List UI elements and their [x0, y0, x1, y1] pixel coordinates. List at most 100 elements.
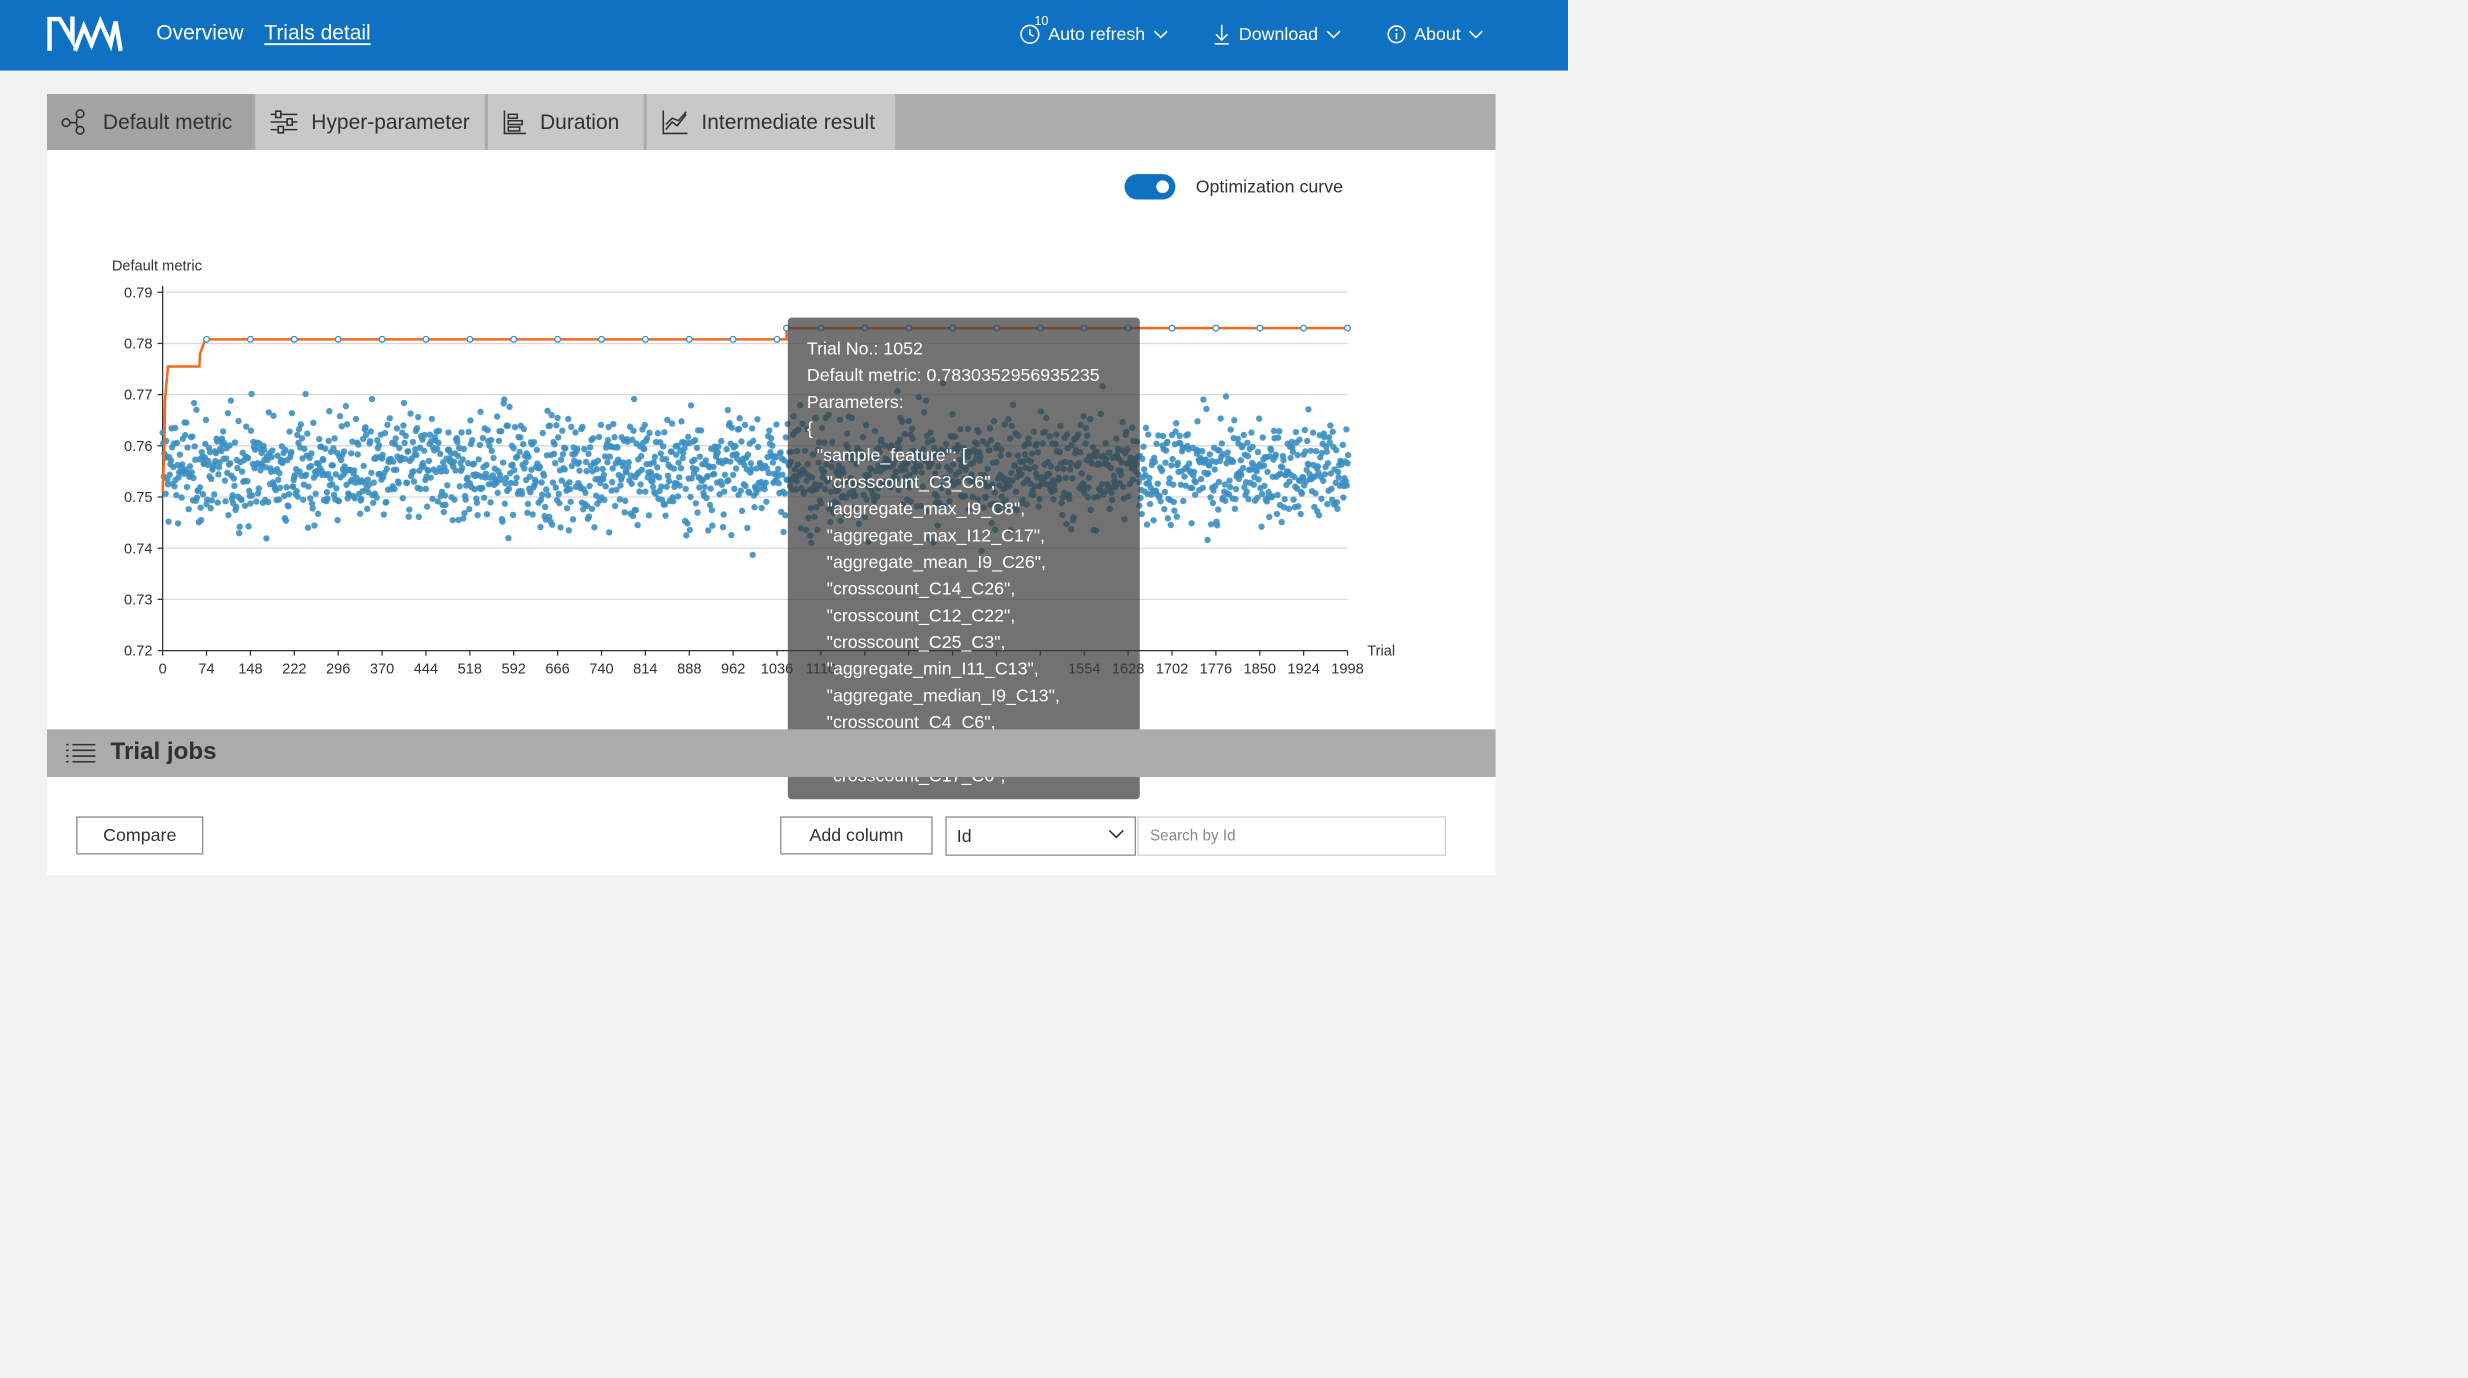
trial-point	[1324, 459, 1332, 467]
compare-button[interactable]: Compare	[76, 816, 204, 855]
curve-marker	[597, 335, 605, 343]
trial-point	[171, 424, 179, 432]
trial-point	[185, 505, 192, 513]
trial-point	[1206, 451, 1214, 458]
trial-point	[720, 511, 727, 518]
trial-point	[460, 515, 467, 522]
trial-point	[403, 479, 411, 487]
trial-point	[1333, 446, 1340, 454]
trial-point	[744, 524, 751, 532]
trial-point	[400, 399, 408, 407]
trial-point	[628, 480, 635, 487]
trial-point	[1276, 428, 1283, 435]
trial-point	[505, 534, 512, 542]
trial-point	[208, 475, 215, 483]
trial-point	[1304, 437, 1311, 445]
trial-point	[1343, 482, 1351, 489]
trial-point	[751, 504, 758, 511]
trial-point	[1333, 499, 1341, 506]
trial-point	[316, 435, 323, 443]
trial-point	[509, 461, 516, 468]
trial-point	[1273, 510, 1281, 518]
trial-point	[171, 483, 178, 490]
trial-point	[1334, 468, 1342, 476]
trial-point	[1314, 463, 1322, 470]
trial-point	[238, 496, 245, 504]
curve-marker	[1212, 324, 1220, 332]
trial-point	[475, 456, 482, 463]
trial-point	[1267, 446, 1275, 454]
trial-point	[708, 506, 715, 514]
trial-tooltip: Trial No.: 1052 Default metric: 0.7830352…	[787, 317, 1140, 800]
trial-point	[1170, 481, 1177, 488]
trial-point	[1164, 515, 1172, 522]
trial-point	[205, 457, 212, 465]
trial-point	[1287, 454, 1294, 462]
search-field-select[interactable]: Id	[945, 816, 1136, 856]
trial-point	[404, 448, 412, 455]
trial-point	[754, 443, 762, 451]
trial-point	[467, 417, 474, 424]
trial-point	[368, 395, 376, 403]
search-input[interactable]	[1137, 816, 1447, 856]
trial-point	[1296, 436, 1303, 443]
trial-point	[327, 475, 334, 482]
trial-point	[326, 408, 333, 415]
trial-point	[356, 510, 364, 517]
x-tick-label: 148	[238, 661, 262, 677]
trial-point	[562, 445, 569, 452]
trial-point	[557, 456, 565, 463]
trial-point	[636, 488, 643, 495]
trial-point	[1159, 432, 1167, 440]
trial-point	[723, 446, 730, 453]
trial-point	[1204, 536, 1211, 544]
trial-point	[1239, 464, 1247, 472]
trial-point	[1249, 443, 1256, 451]
trial-point	[574, 445, 581, 452]
tooltip-line: Parameters:	[806, 391, 904, 412]
trial-point	[637, 481, 644, 488]
trial-point	[458, 464, 466, 472]
trial-point	[1253, 468, 1260, 475]
trial-point	[396, 444, 403, 452]
trial-point	[193, 494, 201, 501]
trial-point	[236, 523, 243, 530]
trial-point	[358, 495, 365, 503]
trial-point	[285, 503, 292, 510]
curve-marker	[422, 335, 430, 343]
tooltip-line: "aggregate_min_I11_C13",	[806, 658, 1039, 679]
trial-point	[1280, 457, 1287, 464]
trial-point	[1231, 417, 1238, 424]
trial-point	[1154, 480, 1161, 487]
trial-point	[581, 445, 588, 453]
trial-point	[335, 497, 342, 505]
trial-point	[593, 466, 600, 473]
trial-point	[501, 396, 508, 403]
curve-marker	[554, 335, 562, 343]
trial-point	[661, 429, 668, 436]
trial-point	[368, 469, 375, 476]
trial-point	[199, 491, 207, 498]
trial-point	[243, 423, 250, 430]
trial-point	[458, 429, 465, 436]
trial-point	[594, 457, 602, 464]
trial-point	[509, 511, 517, 519]
trial-point	[190, 474, 197, 482]
trial-point	[664, 472, 672, 479]
y-tick-label: 0.76	[124, 439, 152, 455]
trial-point	[565, 415, 572, 423]
y-axis-title: Default metric	[112, 259, 202, 275]
trial-point	[585, 450, 592, 458]
trial-point	[1258, 523, 1265, 530]
trial-point	[750, 437, 757, 445]
trial-point	[1264, 468, 1271, 476]
tooltip-line: "crosscount_C25_C3",	[806, 632, 1006, 652]
trial-point	[235, 529, 243, 537]
x-tick-label: 1998	[1331, 661, 1364, 677]
trial-point	[634, 521, 641, 529]
trial-point	[444, 482, 451, 489]
tooltip-line: "crosscount_C14_C26",	[806, 578, 1016, 599]
add-column-button[interactable]: Add column	[780, 816, 933, 855]
trial-point	[294, 493, 302, 500]
trial-point	[248, 390, 255, 398]
